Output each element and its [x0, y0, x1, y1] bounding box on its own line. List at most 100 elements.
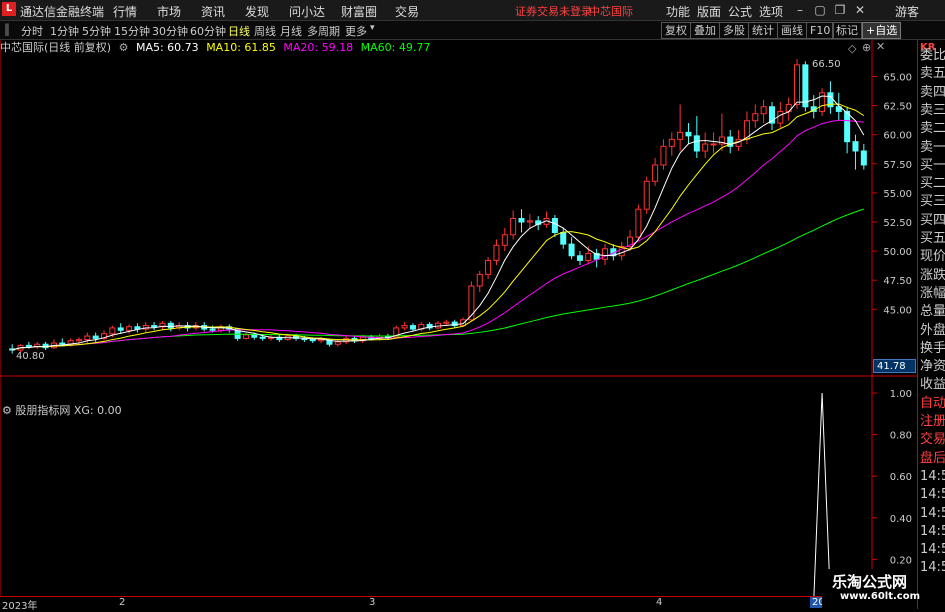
candle-body [117, 327, 124, 331]
panel-item: 现价 [920, 249, 945, 265]
ma20-line [12, 119, 864, 351]
candle-body [693, 135, 700, 152]
kline-chart[interactable]: 65.00 62.50 60.00 57.50 55.00 52.50 50.00 47.50… [0, 40, 917, 609]
candle-body [242, 334, 249, 339]
guest-label[interactable]: 游客 [895, 3, 919, 20]
candle-body [844, 110, 851, 143]
watermark-url: www.60lt.com [840, 591, 921, 602]
add-favorite-button[interactable]: +自选 [862, 22, 902, 39]
candle-body [526, 220, 533, 223]
period-weekly[interactable]: 周线 [254, 23, 276, 39]
candle-body [75, 339, 82, 342]
toolbar-tongji[interactable]: 统计 [748, 22, 778, 39]
y-tick-label: 55.00 [883, 189, 912, 200]
candle-body [568, 243, 575, 257]
x-label: 2023年 [2, 601, 38, 612]
period-60min[interactable]: 60分钟 [190, 23, 226, 39]
menu-faxian[interactable]: 发现 [245, 3, 269, 20]
minimize-icon[interactable]: – [792, 2, 808, 18]
current-price-tag: 41.78 [873, 359, 916, 373]
menu-caifuquan[interactable]: 财富圈 [341, 3, 377, 20]
close-icon[interactable]: ✕ [852, 2, 868, 18]
chevron-down-icon[interactable]: ▾ [370, 23, 375, 33]
panel-item: 卖三 [920, 102, 945, 118]
toolbar-biaoji[interactable]: 标记 [832, 22, 862, 39]
y-tick-label: 57.50 [883, 160, 912, 171]
period-bar: ‖ 分时 1分钟 5分钟 15分钟 30分钟 60分钟 日线 周线 月线 多周期… [0, 21, 945, 40]
panel-item: 14:56 [920, 523, 945, 539]
panel-item: 换手 [920, 340, 945, 356]
candle-body [685, 131, 692, 137]
trade-login-status[interactable]: 证券交易未登录 [515, 3, 592, 19]
candle-body [92, 335, 99, 339]
menu-zixun[interactable]: 资讯 [201, 3, 225, 20]
candle-body [635, 208, 642, 238]
candle-body [209, 328, 216, 331]
candle-body [643, 180, 650, 210]
period-more[interactable]: 更多 [345, 23, 367, 39]
x-axis: 2023年 2 3 4 20 [0, 596, 917, 612]
lower-indicator-label: ⚙ 股朋指标网 XG: 0.00 [2, 402, 122, 418]
period-monthly[interactable]: 月线 [280, 23, 302, 39]
panel-item: 买四 [920, 212, 945, 228]
toolbar-fuquan[interactable]: 复权 [661, 22, 691, 39]
period-30min[interactable]: 30分钟 [152, 23, 188, 39]
period-daily[interactable]: 日线 [228, 23, 250, 39]
xg-signal-line [12, 392, 906, 602]
candle-body [59, 342, 66, 345]
candle-body [710, 143, 717, 146]
watermark: 乐淘公式网 www.60lt.com [822, 569, 921, 609]
candle-body [259, 336, 266, 339]
x-label: 2 [119, 597, 126, 608]
candle-body [652, 164, 659, 182]
y-tick-label: 0.40 [890, 514, 912, 525]
candle-body [601, 248, 608, 260]
toolbar-diejia[interactable]: 叠加 [690, 22, 720, 39]
period-multi[interactable]: 多周期 [307, 23, 340, 39]
panel-item: 14:56 [920, 468, 945, 484]
panel-item: 自动 [920, 395, 945, 411]
candle-body [518, 218, 525, 223]
menu-wenxiaoda[interactable]: 问小达 [289, 3, 325, 20]
menu-jiaoyi[interactable]: 交易 [395, 3, 419, 20]
candle-body [794, 64, 801, 105]
candle-body [576, 255, 583, 261]
toolbar-huaxian[interactable]: 画线 [777, 22, 807, 39]
candle-body [126, 326, 133, 331]
menu-xuanxiang[interactable]: 选项 [759, 3, 783, 20]
restore-icon[interactable]: ❐ [832, 2, 848, 18]
panel-item: 卖五 [920, 66, 945, 82]
candle-body [802, 64, 809, 108]
x-label: 3 [369, 597, 376, 608]
menu-gongshi[interactable]: 公式 [728, 3, 752, 20]
settings-icon[interactable]: ⚙ [2, 404, 15, 417]
y-tick-label: 62.50 [883, 102, 912, 113]
menu-hangqing[interactable]: 行情 [113, 3, 137, 20]
toggle-icon[interactable]: ‖ [4, 22, 10, 36]
panel-item: 卖二 [920, 121, 945, 137]
menu-gongneng[interactable]: 功能 [666, 3, 690, 20]
candle-body [485, 259, 492, 275]
panel-item: 14:56 [920, 505, 945, 521]
candle-body [109, 327, 116, 335]
x-label: 4 [656, 597, 663, 608]
toolbar-duogu[interactable]: 多股 [719, 22, 749, 39]
candle-body [309, 339, 316, 342]
panel-item: 外盘 [920, 322, 945, 338]
candle-body [585, 252, 592, 261]
period-fenshi[interactable]: 分时 [21, 23, 43, 39]
watermark-cn: 乐淘公式网 [832, 573, 908, 591]
window-icon[interactable]: ▢ [812, 2, 828, 18]
panel-item: 14:56 [920, 487, 945, 503]
panel-item: 14:56 [920, 542, 945, 558]
candle-body [551, 218, 558, 233]
xg-label: 股朋指标网 XG: 0.00 [15, 404, 122, 417]
period-15min[interactable]: 15分钟 [114, 23, 150, 39]
period-1min[interactable]: 1分钟 [50, 23, 79, 39]
panel-item: 14:56 [920, 560, 945, 576]
y-tick-label: 0.60 [890, 472, 912, 483]
menu-banmian[interactable]: 版面 [697, 3, 721, 20]
menu-shichang[interactable]: 市场 [157, 3, 181, 20]
period-5min[interactable]: 5分钟 [82, 23, 111, 39]
toolbar-f10[interactable]: F10 [806, 22, 835, 39]
